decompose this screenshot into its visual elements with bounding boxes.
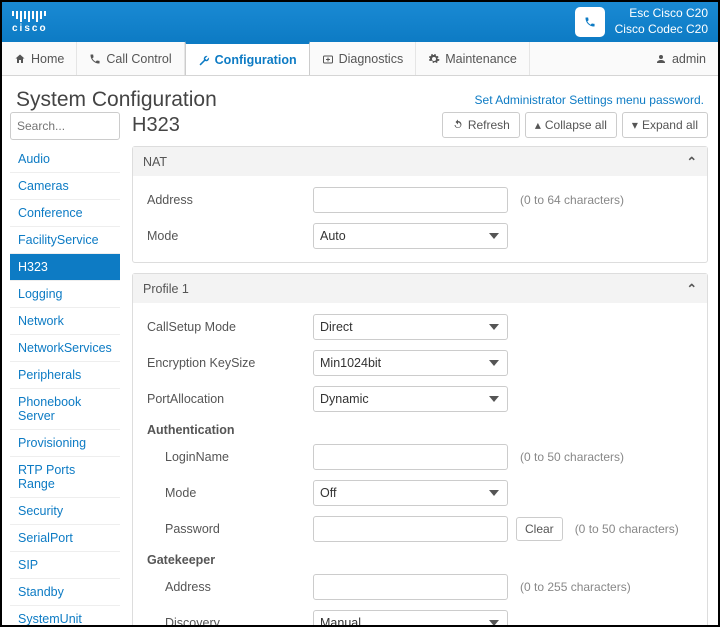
field-label: Mode bbox=[143, 486, 313, 500]
password-input[interactable] bbox=[313, 516, 508, 542]
sidebar-item-sip[interactable]: SIP bbox=[10, 552, 120, 579]
sidebar-item-facilityservice[interactable]: FacilityService bbox=[10, 227, 120, 254]
field-label: Address bbox=[143, 580, 313, 594]
search-input[interactable] bbox=[10, 112, 120, 140]
firstaid-icon bbox=[322, 53, 334, 65]
home-icon bbox=[14, 53, 26, 65]
clear-button[interactable]: Clear bbox=[516, 517, 563, 541]
sidebar-item-systemunit[interactable]: SystemUnit bbox=[10, 606, 120, 627]
field-label: Mode bbox=[143, 229, 313, 243]
group-gatekeeper: Gatekeeper bbox=[143, 547, 697, 569]
sidebar-item-logging[interactable]: Logging bbox=[10, 281, 120, 308]
tab-call-control[interactable]: Call Control bbox=[77, 42, 184, 75]
field-label: Password bbox=[143, 522, 313, 536]
field-label: Encryption KeySize bbox=[143, 356, 313, 370]
device-info: Esc Cisco C20 Cisco Codec C20 bbox=[615, 6, 708, 37]
sidebar-nav: AudioCamerasConferenceFacilityServiceH32… bbox=[10, 146, 120, 627]
chevron-up-icon: ⌃ bbox=[687, 281, 697, 296]
sidebar-item-conference[interactable]: Conference bbox=[10, 200, 120, 227]
sidebar-item-peripherals[interactable]: Peripherals bbox=[10, 362, 120, 389]
sidebar: AudioCamerasConferenceFacilityServiceH32… bbox=[2, 112, 120, 625]
call-button[interactable] bbox=[575, 7, 605, 37]
sidebar-item-serialport[interactable]: SerialPort bbox=[10, 525, 120, 552]
mode-select[interactable]: Off bbox=[313, 480, 508, 506]
sidebar-item-h323[interactable]: H323 bbox=[10, 254, 120, 281]
field-label: CallSetup Mode bbox=[143, 320, 313, 334]
field-label: Discovery bbox=[143, 616, 313, 625]
main-menubar: Home Call Control Configuration Diagnost… bbox=[2, 42, 718, 76]
panel-header[interactable]: NAT⌃ bbox=[133, 147, 707, 176]
field-hint: (0 to 50 characters) bbox=[575, 522, 679, 536]
set-admin-password-link[interactable]: Set Administrator Settings menu password… bbox=[475, 93, 704, 107]
gear-icon bbox=[428, 53, 440, 65]
field-label: PortAllocation bbox=[143, 392, 313, 406]
refresh-icon bbox=[452, 119, 464, 131]
phone-icon bbox=[89, 53, 101, 65]
field-hint: (0 to 64 characters) bbox=[520, 193, 624, 207]
user-menu[interactable]: admin bbox=[643, 42, 718, 75]
callsetup-mode-select[interactable]: Direct bbox=[313, 314, 508, 340]
field-hint: (0 to 50 characters) bbox=[520, 450, 624, 464]
sidebar-item-provisioning[interactable]: Provisioning bbox=[10, 430, 120, 457]
mode-select[interactable]: Auto bbox=[313, 223, 508, 249]
discovery-select[interactable]: Manual bbox=[313, 610, 508, 625]
header-bar: cisco Esc Cisco C20 Cisco Codec C20 bbox=[2, 2, 718, 42]
loginname-input[interactable] bbox=[313, 444, 508, 470]
collapse-all-button[interactable]: ▴ Collapse all bbox=[525, 112, 617, 138]
group-authentication: Authentication bbox=[143, 417, 697, 439]
expand-all-button[interactable]: ▾ Expand all bbox=[622, 112, 708, 138]
refresh-button[interactable]: Refresh bbox=[442, 112, 520, 138]
panel-profile-1: Profile 1⌃ CallSetup ModeDirect Encryption… bbox=[132, 273, 708, 625]
wrench-icon bbox=[198, 54, 210, 66]
sidebar-item-standby[interactable]: Standby bbox=[10, 579, 120, 606]
address-input[interactable] bbox=[313, 187, 508, 213]
tab-home[interactable]: Home bbox=[2, 42, 77, 75]
sidebar-item-cameras[interactable]: Cameras bbox=[10, 173, 120, 200]
tab-maintenance[interactable]: Maintenance bbox=[416, 42, 530, 75]
chevron-down-icon: ▾ bbox=[632, 118, 638, 132]
chevron-up-icon: ⌃ bbox=[687, 154, 697, 169]
user-icon bbox=[655, 53, 667, 65]
page-title: System Configuration bbox=[16, 88, 217, 112]
phone-icon bbox=[584, 16, 596, 28]
portallocation-select[interactable]: Dynamic bbox=[313, 386, 508, 412]
sidebar-item-audio[interactable]: Audio bbox=[10, 146, 120, 173]
field-hint: (0 to 255 characters) bbox=[520, 580, 631, 594]
sidebar-item-rtp-ports-range[interactable]: RTP Ports Range bbox=[10, 457, 120, 498]
chevron-up-icon: ▴ bbox=[535, 118, 541, 132]
address-input[interactable] bbox=[313, 574, 508, 600]
sidebar-item-phonebook-server[interactable]: Phonebook Server bbox=[10, 389, 120, 430]
section-title: H323 bbox=[132, 114, 180, 137]
sidebar-item-networkservices[interactable]: NetworkServices bbox=[10, 335, 120, 362]
panel-nat: NAT⌃ Address (0 to 64 characters) ModeAuto bbox=[132, 146, 708, 263]
encryption-keysize-select[interactable]: Min1024bit bbox=[313, 350, 508, 376]
tab-configuration[interactable]: Configuration bbox=[185, 41, 310, 75]
cisco-logo: cisco bbox=[12, 11, 48, 34]
sidebar-item-security[interactable]: Security bbox=[10, 498, 120, 525]
tab-diagnostics[interactable]: Diagnostics bbox=[310, 42, 417, 75]
field-label: LoginName bbox=[143, 450, 313, 464]
sidebar-item-network[interactable]: Network bbox=[10, 308, 120, 335]
panel-header[interactable]: Profile 1⌃ bbox=[133, 274, 707, 303]
field-label: Address bbox=[143, 193, 313, 207]
